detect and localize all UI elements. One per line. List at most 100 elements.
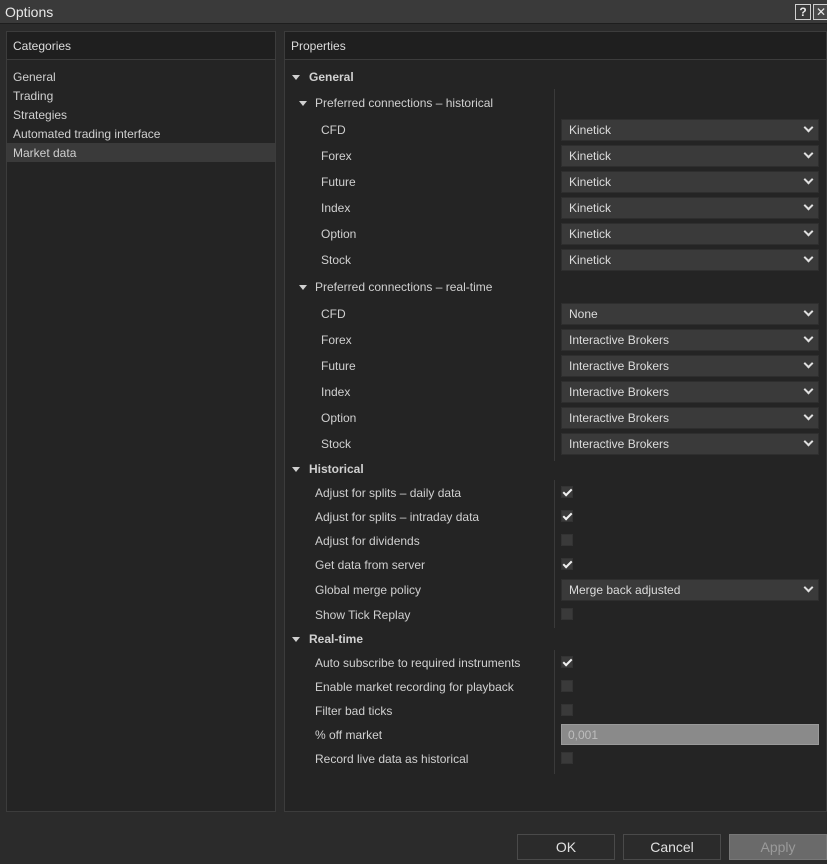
show-tick-replay-row: Show Tick Replay [285,603,826,627]
section-general-title: General [309,70,354,84]
row-label: Show Tick Replay [315,608,411,622]
help-button[interactable]: ? [795,4,811,20]
row-label: Enable market recording for playback [315,680,514,694]
collapse-arrow-icon[interactable] [292,467,300,472]
enable-market-recording-row: Enable market recording for playback [285,675,826,699]
section-historical-title: Historical [309,462,364,476]
title-bar: Options ? ✕ [0,0,827,24]
row-label: Forex [321,333,352,347]
rt-row-index: Index Interactive Brokers [285,380,826,404]
properties-header: Properties [285,32,826,60]
category-trading[interactable]: Trading [7,86,275,105]
category-general[interactable]: General [7,67,275,86]
hist-forex-select[interactable]: Kinetick [561,145,819,167]
global-merge-policy-row: Global merge policy Merge back adjusted [285,578,826,602]
select-value: Interactive Brokers [569,359,670,373]
hist-stock-select[interactable]: Kinetick [561,249,819,271]
rt-cfd-select[interactable]: None [561,303,819,325]
get-data-from-server-row: Get data from server [285,553,826,577]
hist-row-index: Index Kinetick [285,196,826,220]
window-title: Options [5,4,54,20]
chevron-down-icon [803,174,814,185]
select-value: Kinetick [569,149,612,163]
rt-future-select[interactable]: Interactive Brokers [561,355,819,377]
select-value: Interactive Brokers [569,385,670,399]
rt-row-cfd: CFD None [285,302,826,326]
row-label: CFD [321,307,346,321]
apply-button[interactable]: Apply [729,834,827,860]
chevron-down-icon [803,252,814,263]
rt-row-option: Option Interactive Brokers [285,406,826,430]
hist-index-select[interactable]: Kinetick [561,197,819,219]
pct-off-market-input[interactable]: 0,001 [561,724,819,745]
row-label: Option [321,411,357,425]
row-label: Future [321,175,356,189]
row-label: Index [321,385,351,399]
category-strategies[interactable]: Strategies [7,105,275,124]
hist-row-cfd: CFD Kinetick [285,118,826,142]
row-label: Forex [321,149,352,163]
group-realtime-connections[interactable]: Preferred connections – real-time [285,275,826,299]
record-live-data-checkbox[interactable] [561,752,573,764]
rt-stock-select[interactable]: Interactive Brokers [561,433,819,455]
chevron-down-icon [803,332,814,343]
row-label: Adjust for splits – intraday data [315,510,480,524]
select-value: Kinetick [569,175,612,189]
group-title: Preferred connections – historical [315,96,494,110]
section-historical[interactable]: Historical [285,457,826,481]
auto-subscribe-row: Auto subscribe to required instruments [285,651,826,675]
filter-bad-ticks-row: Filter bad ticks [285,699,826,723]
group-historical-connections[interactable]: Preferred connections – historical [285,91,826,115]
adjust-dividends-checkbox[interactable] [561,534,573,546]
ok-button[interactable]: OK [517,834,615,860]
rt-forex-select[interactable]: Interactive Brokers [561,329,819,351]
row-label: Global merge policy [315,583,422,597]
select-value: Interactive Brokers [569,333,670,347]
chevron-down-icon [803,436,814,447]
section-general[interactable]: General [285,65,826,89]
collapse-arrow-icon[interactable] [292,637,300,642]
chevron-down-icon [803,582,814,593]
close-button[interactable]: ✕ [813,4,827,20]
group-title: Preferred connections – real-time [315,280,493,294]
auto-subscribe-checkbox[interactable] [561,656,573,668]
show-tick-replay-checkbox[interactable] [561,608,573,620]
section-realtime-title: Real-time [309,632,364,646]
enable-market-recording-checkbox[interactable] [561,680,573,692]
pct-off-market-row: % off market 0,001 [285,723,826,747]
collapse-arrow-icon[interactable] [292,75,300,80]
select-value: Kinetick [569,253,612,267]
cancel-button[interactable]: Cancel [623,834,721,860]
adjust-splits-daily-checkbox[interactable] [561,486,573,498]
select-value: Kinetick [569,201,612,215]
row-label: % off market [315,728,383,742]
section-realtime[interactable]: Real-time [285,627,826,651]
hist-future-select[interactable]: Kinetick [561,171,819,193]
rt-index-select[interactable]: Interactive Brokers [561,381,819,403]
row-label: Get data from server [315,558,426,572]
collapse-arrow-icon[interactable] [299,101,307,106]
chevron-down-icon [803,384,814,395]
row-label: Filter bad ticks [315,704,393,718]
row-label: Future [321,359,356,373]
collapse-arrow-icon[interactable] [299,285,307,290]
hist-option-select[interactable]: Kinetick [561,223,819,245]
select-value: None [569,307,598,321]
rt-row-forex: Forex Interactive Brokers [285,328,826,352]
row-label: Record live data as historical [315,752,469,766]
row-label: Stock [321,437,352,451]
select-value: Interactive Brokers [569,437,670,451]
hist-cfd-select[interactable]: Kinetick [561,119,819,141]
adjust-splits-intraday-checkbox[interactable] [561,510,573,522]
category-market-data[interactable]: Market data [7,143,275,162]
row-label: Adjust for dividends [315,534,420,548]
filter-bad-ticks-checkbox[interactable] [561,704,573,716]
global-merge-policy-select[interactable]: Merge back adjusted [561,579,819,601]
adjust-splits-intraday-row: Adjust for splits – intraday data [285,505,826,529]
rt-option-select[interactable]: Interactive Brokers [561,407,819,429]
chevron-down-icon [803,306,814,317]
select-value: Merge back adjusted [569,583,681,597]
rt-row-future: Future Interactive Brokers [285,354,826,378]
get-data-from-server-checkbox[interactable] [561,558,573,570]
category-automated-trading-interface[interactable]: Automated trading interface [7,124,275,143]
